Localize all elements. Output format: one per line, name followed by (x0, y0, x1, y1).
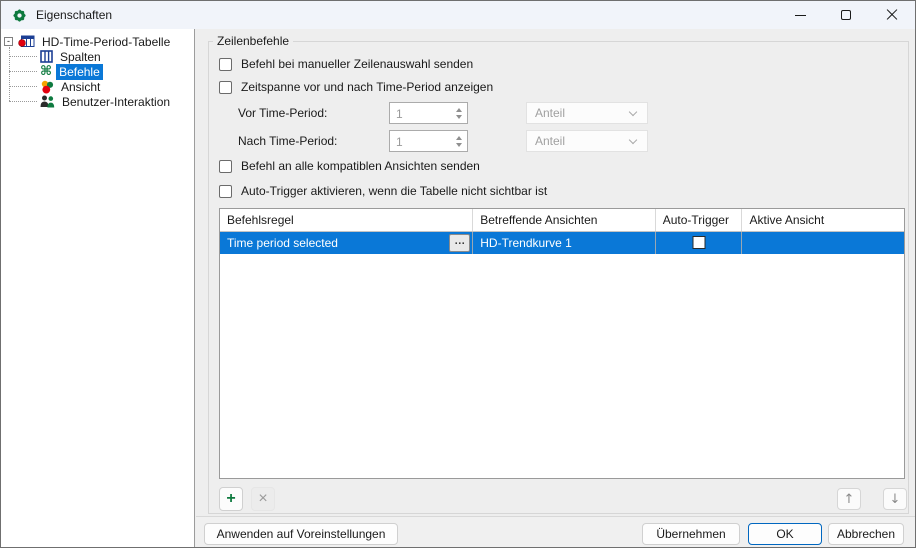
move-down-button[interactable]: ↓ (883, 488, 907, 510)
cancel-button[interactable]: Abbrechen (828, 523, 904, 545)
after-unit-dropdown[interactable]: Anteil (526, 130, 648, 152)
dropdown-value: Anteil (535, 106, 566, 120)
command-icon: ⌘ (40, 64, 53, 79)
caption-buttons (777, 1, 915, 29)
ellipsis-button[interactable]: … (449, 234, 471, 252)
checkbox-row-autotrigger[interactable]: Auto-Trigger aktivieren, wenn die Tabell… (219, 184, 547, 198)
tree-item-label: HD-Time-Period-Tabelle (42, 34, 171, 49)
tree-item-label: Spalten (60, 49, 101, 64)
tree-connector-line (9, 86, 37, 87)
tree-item-befehle[interactable]: ⌘ Befehle (40, 63, 103, 80)
dropdown-value: Anteil (535, 134, 566, 148)
column-header-befehlsregel[interactable]: Befehlsregel (220, 209, 474, 231)
checkbox-manual-selection[interactable] (219, 57, 232, 71)
column-header-betreffende-ansichten[interactable]: Betreffende Ansichten (473, 209, 656, 231)
cell-betreffende-ansichten[interactable]: HD-Trendkurve 1 (473, 232, 656, 254)
close-button[interactable] (869, 1, 915, 29)
before-time-period-spinner[interactable]: 1 (389, 102, 468, 124)
after-time-period-spinner[interactable]: 1 (389, 130, 468, 152)
cell-aktive-ansicht[interactable] (742, 232, 904, 254)
views-text: HD-Trendkurve 1 (480, 236, 572, 250)
add-row-button[interactable]: + (219, 487, 243, 511)
cell-auto-trigger[interactable] (656, 232, 743, 254)
spinner-buttons[interactable] (450, 131, 467, 151)
before-time-period-label: Vor Time-Period: (238, 106, 328, 120)
tree-item-spalten[interactable]: Spalten (40, 49, 104, 64)
tree-connector-line (9, 71, 37, 72)
spin-down-icon[interactable] (455, 142, 462, 147)
minimize-icon (794, 14, 806, 16)
content-panel: Zeilenbefehle Befehl bei manueller Zeile… (196, 29, 915, 516)
tree-item-benutzer-interaktion[interactable]: Benutzer-Interaktion (40, 94, 173, 109)
properties-dialog: Eigenschaften - HD-Time-Period-Tabelle S… (0, 0, 916, 548)
maximize-icon (841, 10, 851, 20)
spinner-value: 1 (396, 135, 403, 149)
spin-up-icon[interactable] (455, 107, 462, 112)
title-bar: Eigenschaften (1, 1, 915, 29)
rule-text: Time period selected (227, 236, 338, 250)
chevron-down-icon (628, 107, 638, 116)
tree-item-label: Benutzer-Interaktion (62, 94, 171, 109)
spin-up-icon[interactable] (455, 135, 462, 140)
table-red-dot-icon (17, 35, 35, 49)
tree-item-ansicht[interactable]: Ansicht (40, 79, 103, 94)
apply-button[interactable]: Übernehmen (642, 523, 740, 545)
checkbox-label: Auto-Trigger aktivieren, wenn die Tabell… (241, 184, 548, 198)
tree-expander-icon[interactable]: - (4, 37, 13, 46)
before-unit-dropdown[interactable]: Anteil (526, 102, 648, 124)
auto-trigger-checkbox[interactable] (692, 236, 706, 249)
spinner-buttons[interactable] (450, 103, 467, 123)
tree-connector-line (9, 56, 37, 57)
minimize-button[interactable] (777, 1, 823, 29)
close-icon (886, 9, 898, 21)
table-row[interactable]: Time period selected … HD-Trendkurve 1 (220, 232, 904, 254)
checkbox-autotrigger[interactable] (219, 184, 232, 198)
tree-item-hd-time-period-tabelle[interactable]: - HD-Time-Period-Tabelle (4, 34, 173, 49)
ok-button[interactable]: OK (748, 523, 822, 545)
column-header-aktive-ansicht[interactable]: Aktive Ansicht (742, 209, 904, 231)
tree-item-label-selected: Befehle (56, 63, 103, 80)
checkbox-all-views[interactable] (219, 159, 232, 173)
active-view-text (742, 232, 904, 236)
spinner-value: 1 (396, 107, 403, 121)
spin-down-icon[interactable] (455, 114, 462, 119)
gear-icon (13, 8, 26, 22)
move-up-button[interactable]: ↑ (837, 488, 861, 510)
tree-item-label: Ansicht (61, 79, 101, 94)
delete-row-button[interactable]: × (251, 487, 275, 511)
checkbox-label: Befehl bei manueller Zeilenauswahl sende… (241, 57, 474, 71)
cell-befehlsregel[interactable]: Time period selected … (220, 232, 474, 254)
checkbox-row-all-views[interactable]: Befehl an alle kompatiblen Ansichten sen… (219, 159, 480, 173)
chevron-down-icon (628, 135, 638, 144)
maximize-button[interactable] (823, 1, 869, 29)
checkbox-timespan[interactable] (219, 80, 232, 94)
apply-to-presets-button[interactable]: Anwenden auf Voreinstellungen (204, 523, 398, 545)
after-time-period-label: Nach Time-Period: (238, 134, 338, 148)
checkbox-row-timespan[interactable]: Zeitspanne vor und nach Time-Period anze… (219, 80, 493, 94)
checkbox-label: Zeitspanne vor und nach Time-Period anze… (241, 80, 494, 94)
table-header-row: Befehlsregel Betreffende Ansichten Auto-… (220, 209, 904, 232)
footer-bar: Anwenden auf Voreinstellungen Übernehmen… (196, 516, 915, 547)
checkbox-row-manual[interactable]: Befehl bei manueller Zeilenauswahl sende… (219, 57, 473, 71)
window-title: Eigenschaften (36, 8, 113, 22)
users-icon (40, 95, 55, 108)
tree-panel: - HD-Time-Period-Tabelle Spalten ⌘ Befeh… (1, 29, 195, 547)
tree-connector-line (9, 101, 37, 102)
groupbox-title: Zeilenbefehle (213, 34, 294, 48)
command-rules-table: Befehlsregel Betreffende Ansichten Auto-… (219, 208, 905, 479)
view-circles-icon (40, 80, 54, 94)
columns-icon (40, 50, 53, 63)
column-header-auto-trigger[interactable]: Auto-Trigger (656, 209, 743, 231)
checkbox-label: Befehl an alle kompatiblen Ansichten sen… (241, 159, 480, 173)
